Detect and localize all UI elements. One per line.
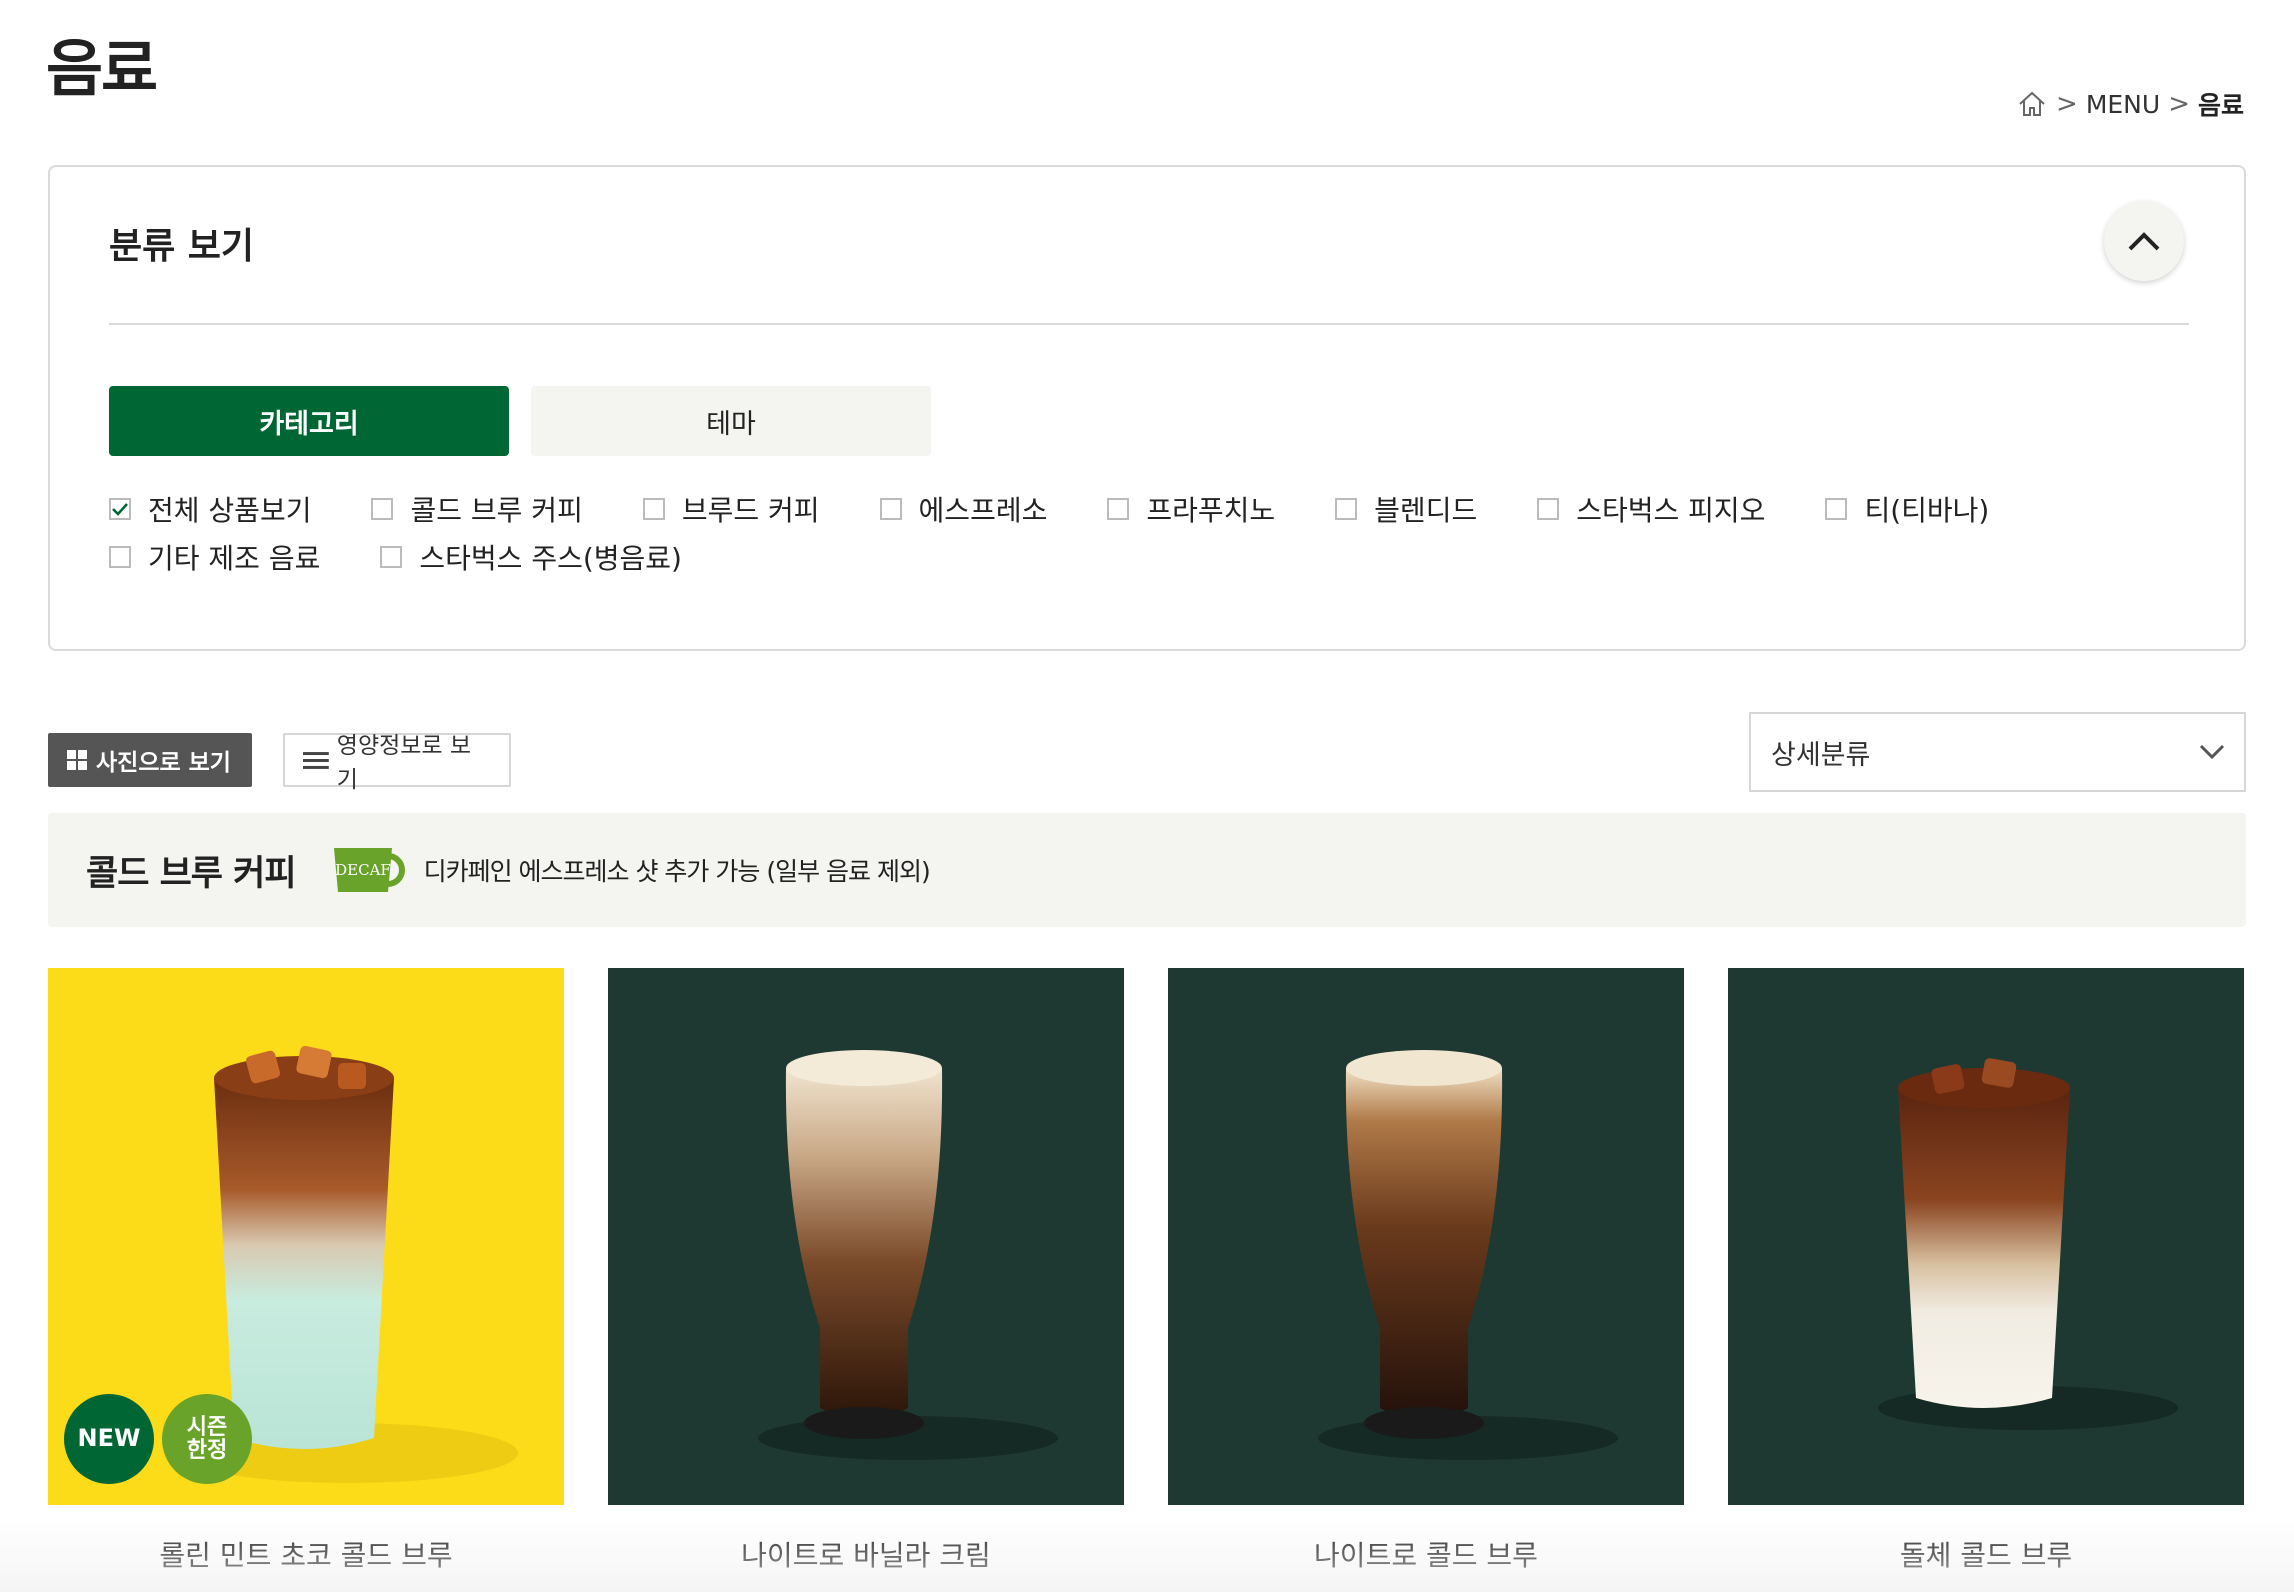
view-photo-button[interactable]: 사진으로 보기 bbox=[48, 733, 252, 787]
category-label: 전체 상품보기 bbox=[148, 494, 312, 527]
view-nutrition-button[interactable]: 영양정보로 보기 bbox=[283, 733, 511, 793]
category-frappuccino[interactable]: 프라푸치노 bbox=[1107, 489, 1275, 529]
home-icon[interactable] bbox=[2016, 89, 2048, 119]
category-cold-brew[interactable]: 콜드 브루 커피 bbox=[371, 489, 583, 529]
filter-divider bbox=[109, 323, 2189, 325]
grid-icon bbox=[67, 750, 87, 770]
product-name[interactable]: 나이트로 바닐라 크림 bbox=[608, 1534, 1124, 1574]
product-card[interactable]: 나이트로 콜드 브루 bbox=[1168, 968, 1684, 1572]
product-name[interactable]: 돌체 콜드 브루 bbox=[1728, 1534, 2244, 1574]
product-card[interactable]: 돌체 콜드 브루 bbox=[1728, 968, 2244, 1572]
decaf-cup-icon: DECAF bbox=[333, 848, 405, 892]
product-card[interactable]: NEW 시즌 한정 롤린 민트 초코 콜드 브루 bbox=[48, 968, 564, 1572]
section-header: 콜드 브루 커피 DECAF 디카페인 에스프레소 샷 추가 가능 (일부 음료… bbox=[48, 813, 2246, 927]
category-other-beverage[interactable]: 기타 제조 음료 bbox=[109, 537, 320, 577]
category-espresso[interactable]: 에스프레소 bbox=[879, 489, 1048, 529]
product-image[interactable] bbox=[608, 968, 1124, 1505]
product-image[interactable] bbox=[1168, 968, 1684, 1505]
check-icon bbox=[112, 503, 128, 516]
checkbox[interactable] bbox=[879, 498, 902, 520]
checkbox-checked[interactable] bbox=[109, 498, 131, 520]
checkbox[interactable] bbox=[109, 546, 131, 568]
page-title: 음료 bbox=[46, 32, 158, 105]
checkbox[interactable] bbox=[642, 498, 665, 520]
product-name[interactable]: 나이트로 콜드 브루 bbox=[1168, 1534, 1684, 1574]
tab-category[interactable]: 카테고리 bbox=[109, 386, 509, 456]
season-limited-badge: 시즌 한정 bbox=[162, 1394, 252, 1484]
category-checkbox-row: 기타 제조 음료 스타벅스 주스(병음료) bbox=[109, 537, 682, 577]
category-label: 블렌디드 bbox=[1374, 494, 1478, 527]
checkbox[interactable] bbox=[1825, 498, 1848, 520]
list-icon bbox=[303, 752, 329, 769]
view-nutrition-label: 영양정보로 보기 bbox=[336, 733, 472, 793]
iced-drink-illustration bbox=[1878, 1058, 2178, 1430]
category-label: 스타벅스 주스(병음료) bbox=[419, 542, 682, 575]
checkbox[interactable] bbox=[1107, 498, 1130, 520]
category-filter-panel: 분류 보기 카테고리 테마 전체 상품보기 콜드 브루 커피 브루드 커피 에스… bbox=[48, 165, 2246, 651]
category-fizzio[interactable]: 스타벅스 피지오 bbox=[1537, 489, 1765, 529]
breadcrumb: > MENU > 음료 bbox=[2016, 86, 2244, 122]
breadcrumb-current: 음료 bbox=[2197, 91, 2244, 120]
category-label: 콜드 브루 커피 bbox=[410, 494, 583, 527]
new-badge: NEW bbox=[64, 1394, 154, 1484]
category-label: 스타벅스 피지오 bbox=[1576, 494, 1766, 527]
breadcrumb-separator: > bbox=[2056, 89, 2078, 119]
category-label: 티(티바나) bbox=[1864, 494, 1990, 527]
decaf-badge-text: DECAF bbox=[335, 861, 391, 879]
breadcrumb-menu[interactable]: MENU bbox=[2086, 90, 2160, 119]
category-label: 기타 제조 음료 bbox=[148, 542, 321, 575]
detail-category-select[interactable]: 상세분류 bbox=[1749, 712, 2246, 792]
checkbox[interactable] bbox=[380, 546, 403, 568]
section-note: 디카페인 에스프레소 샷 추가 가능 (일부 음료 제외) bbox=[423, 857, 931, 886]
category-label: 브루드 커피 bbox=[681, 494, 820, 527]
category-label: 프라푸치노 bbox=[1146, 494, 1276, 527]
breadcrumb-separator: > bbox=[2168, 89, 2190, 119]
category-label: 에스프레소 bbox=[918, 494, 1048, 527]
category-tea[interactable]: 티(티바나) bbox=[1825, 489, 1989, 529]
nitro-glass-illustration bbox=[758, 1050, 1058, 1460]
chevron-up-icon bbox=[2128, 232, 2160, 251]
section-title: 콜드 브루 커피 bbox=[86, 853, 297, 894]
category-juice[interactable]: 스타벅스 주스(병음료) bbox=[380, 537, 682, 577]
checkbox[interactable] bbox=[1537, 498, 1560, 520]
product-image[interactable] bbox=[1728, 968, 2244, 1505]
checkbox[interactable] bbox=[1335, 498, 1358, 520]
tab-theme[interactable]: 테마 bbox=[531, 386, 931, 456]
chevron-down-icon bbox=[2199, 744, 2225, 760]
category-blended[interactable]: 블렌디드 bbox=[1335, 489, 1477, 529]
collapse-button[interactable] bbox=[2104, 201, 2184, 281]
nitro-glass-illustration bbox=[1318, 1050, 1618, 1460]
checkbox[interactable] bbox=[371, 498, 394, 520]
view-photo-label: 사진으로 보기 bbox=[96, 750, 231, 776]
category-checkbox-row: 전체 상품보기 콜드 브루 커피 브루드 커피 에스프레소 프라푸치노 블렌디드… bbox=[109, 489, 1989, 529]
detail-select-value: 상세분류 bbox=[1771, 739, 1871, 771]
filter-title: 분류 보기 bbox=[109, 226, 255, 267]
product-name[interactable]: 롤린 민트 초코 콜드 브루 bbox=[48, 1534, 564, 1574]
category-brewed-coffee[interactable]: 브루드 커피 bbox=[642, 489, 820, 529]
category-all[interactable]: 전체 상품보기 bbox=[109, 489, 311, 529]
product-image[interactable]: NEW 시즌 한정 bbox=[48, 968, 564, 1505]
product-card[interactable]: 나이트로 바닐라 크림 bbox=[608, 968, 1124, 1572]
